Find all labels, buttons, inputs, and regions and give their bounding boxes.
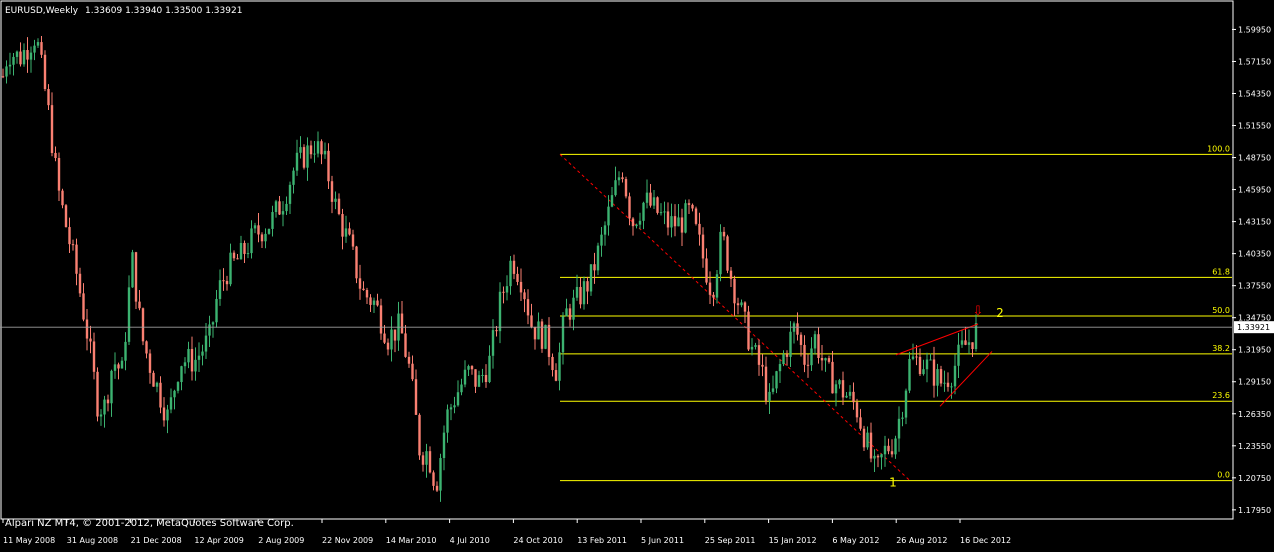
candlestick-chart[interactable]: 100.0 61.8 50.0 38.2 23.6 0.0 1.59950 1.57150 1…	[0, 0, 1274, 548]
date-tick-label: 25 Sep 2011	[705, 536, 756, 545]
down-arrow-icon: ⇩	[973, 304, 984, 319]
candle	[726, 234, 729, 274]
price-tick-label: 1.51550	[1238, 122, 1271, 131]
price-tick-label: 1.29150	[1238, 378, 1271, 387]
candle	[624, 176, 628, 199]
date-tick-label: 22 Nov 2009	[322, 536, 373, 545]
copyright-text: Alpari NZ MT4, © 2001-2012, MetaQuotes S…	[5, 518, 294, 529]
candle	[152, 370, 155, 387]
candle	[656, 196, 659, 215]
chart-header: EURUSD,Weekly 1.33609 1.33940 1.33500 1.…	[5, 6, 242, 16]
candle	[267, 228, 271, 235]
date-tick-label: 16 Dec 2012	[960, 536, 1011, 545]
candle	[589, 264, 593, 296]
fib-level-label: 100.0	[1207, 144, 1230, 153]
price-tick-label: 1.20750	[1238, 474, 1271, 483]
fib-level-label: 61.8	[1212, 267, 1230, 276]
candle	[544, 324, 547, 350]
date-tick-label: 31 Aug 2008	[67, 536, 118, 545]
date-tick-label: 21 Dec 2008	[131, 536, 182, 545]
candle	[596, 242, 600, 276]
date-tick-label: 15 Jan 2012	[769, 536, 817, 545]
chart-window[interactable]: 100.0 61.8 50.0 38.2 23.6 0.0 1.59950 1.57150 1…	[0, 0, 1274, 548]
candle	[96, 367, 99, 422]
current-price-label: 1.33921	[1237, 323, 1270, 332]
price-tick-label: 1.54350	[1238, 90, 1271, 99]
price-tick-label: 1.43150	[1238, 218, 1271, 227]
date-tick-label: 6 May 2012	[832, 536, 879, 545]
price-tick-label: 1.45950	[1238, 186, 1271, 195]
candle	[862, 425, 866, 452]
date-tick-label: 5 Jun 2011	[641, 536, 684, 545]
candle	[747, 305, 750, 352]
candle	[418, 413, 421, 460]
date-tick-label: 2 Aug 2009	[258, 536, 304, 545]
date-tick-label: 4 Jul 2010	[450, 536, 490, 545]
date-tick-label: 24 Oct 2010	[513, 536, 562, 545]
price-tick-label: 1.17950	[1238, 506, 1271, 515]
price-tick-label: 1.48750	[1238, 154, 1271, 163]
date-tick-label: 26 Aug 2012	[896, 536, 947, 545]
price-tick-label: 1.57150	[1238, 57, 1271, 66]
candle	[141, 307, 145, 346]
price-tick-label: 1.40350	[1238, 250, 1271, 259]
candle	[43, 50, 47, 92]
candle	[355, 245, 358, 284]
candle	[131, 249, 134, 288]
price-tick-label: 1.59950	[1238, 25, 1271, 34]
fib-level-label: 0.0	[1217, 471, 1230, 480]
fib-level-label: 23.6	[1212, 391, 1230, 400]
price-tick-label: 1.26350	[1238, 410, 1271, 419]
candle	[302, 144, 306, 170]
ohlc-readout: 1.33609 1.33940 1.33500 1.33921	[85, 6, 242, 16]
date-tick-label: 12 Apr 2009	[194, 536, 243, 545]
date-tick-label: 11 May 2008	[3, 536, 55, 545]
price-tick-label: 1.37550	[1238, 282, 1271, 291]
wave-label: 1	[889, 475, 897, 489]
date-tick-label: 14 Mar 2010	[386, 536, 437, 545]
candle	[719, 224, 722, 282]
date-tick-label: 13 Feb 2011	[577, 536, 627, 545]
price-tick-label: 1.31950	[1238, 346, 1271, 355]
symbol-title: EURUSD,Weekly	[5, 6, 79, 16]
candle	[540, 318, 544, 353]
price-tick-label: 1.23550	[1238, 442, 1271, 451]
candle	[694, 206, 698, 226]
fib-level-label: 38.2	[1212, 344, 1230, 353]
candle	[134, 251, 138, 309]
fib-level-label: 50.0	[1212, 306, 1230, 315]
candle	[64, 203, 68, 228]
candle	[684, 199, 687, 234]
wave-label: 2	[996, 306, 1004, 320]
